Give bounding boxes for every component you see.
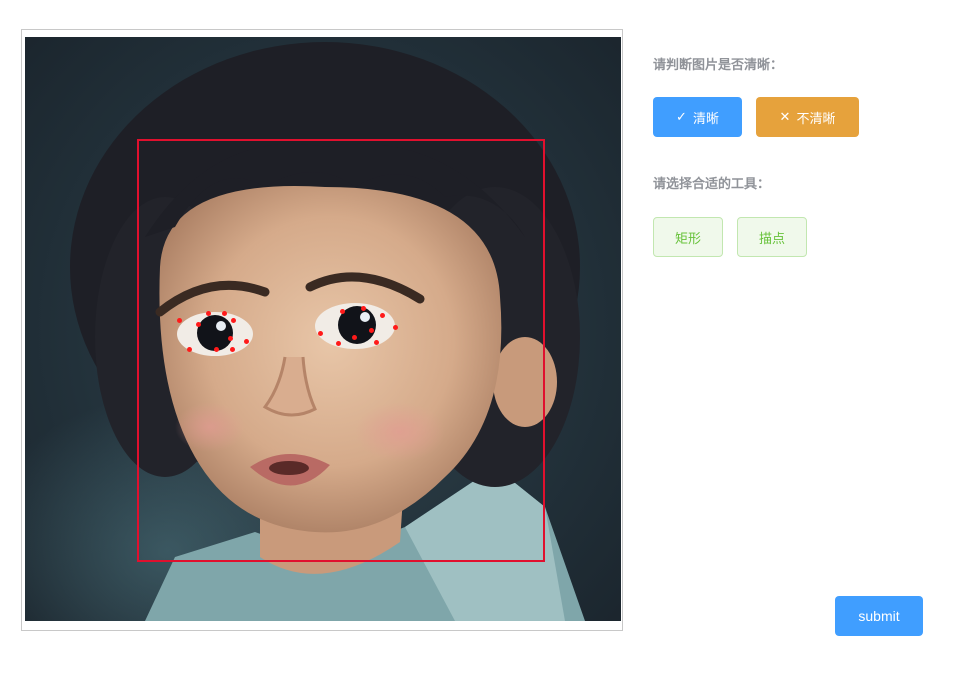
- landmark-point[interactable]: [393, 325, 398, 330]
- landmark-point[interactable]: [177, 318, 182, 323]
- landmark-point[interactable]: [222, 311, 227, 316]
- landmark-point[interactable]: [228, 336, 233, 341]
- unclear-button-label: 不清晰: [796, 111, 836, 127]
- child-portrait-photo[interactable]: [25, 37, 621, 621]
- landmark-point[interactable]: [380, 313, 385, 318]
- landmark-point[interactable]: [214, 347, 219, 352]
- landmark-point[interactable]: [231, 318, 236, 323]
- landmark-point[interactable]: [361, 306, 366, 311]
- clarity-question-label: 请判断图片是否清晰：: [653, 58, 784, 73]
- landmark-point[interactable]: [206, 311, 211, 316]
- landmark-point[interactable]: [196, 322, 201, 327]
- landmark-point[interactable]: [340, 309, 345, 314]
- annotation-canvas[interactable]: [21, 29, 623, 631]
- unclear-button[interactable]: ✕ 不清晰: [756, 97, 859, 137]
- landmark-point[interactable]: [352, 335, 357, 340]
- rectangle-tool-label: 矩形: [674, 231, 701, 247]
- landmark-point[interactable]: [244, 339, 249, 344]
- rectangle-tool-button[interactable]: 矩形: [653, 217, 723, 257]
- point-tool-button[interactable]: 描点: [737, 217, 807, 257]
- point-tool-label: 描点: [758, 231, 785, 247]
- close-icon: ✕: [779, 109, 791, 125]
- landmark-point[interactable]: [369, 328, 374, 333]
- check-icon: ✓: [676, 109, 687, 125]
- submit-button[interactable]: submit: [835, 596, 923, 636]
- landmark-point[interactable]: [318, 331, 323, 336]
- landmark-point[interactable]: [187, 347, 192, 352]
- face-bounding-box[interactable]: [137, 139, 545, 562]
- clear-button[interactable]: ✓ 清晰: [653, 97, 742, 137]
- landmark-point[interactable]: [374, 340, 379, 345]
- landmark-point[interactable]: [230, 347, 235, 352]
- tool-question-label: 请选择合适的工具：: [653, 177, 771, 192]
- landmark-point[interactable]: [336, 341, 341, 346]
- clear-button-label: 清晰: [692, 111, 719, 127]
